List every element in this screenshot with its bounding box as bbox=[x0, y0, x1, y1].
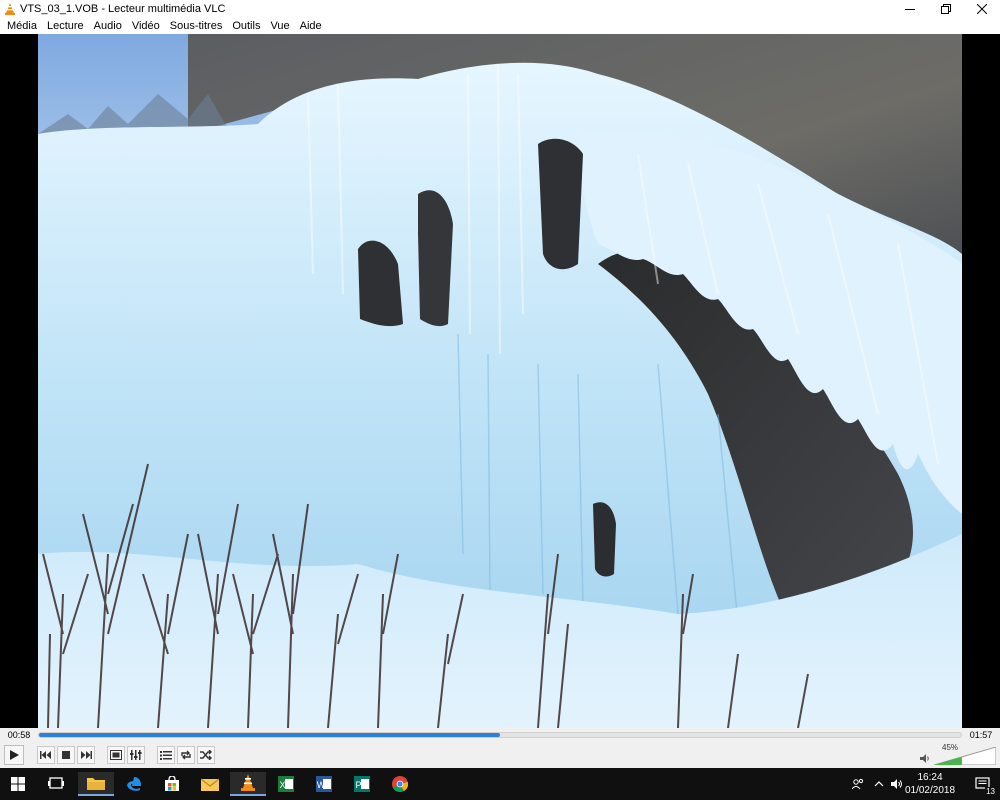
loop-icon bbox=[181, 750, 191, 760]
edge-icon bbox=[126, 777, 141, 791]
seek-progress-fill bbox=[39, 733, 500, 737]
menu-media[interactable]: Média bbox=[2, 20, 42, 32]
people-button[interactable] bbox=[848, 772, 868, 796]
start-button[interactable] bbox=[0, 772, 36, 796]
title-bar: VTS_03_1.VOB - Lecteur multimédia VLC bbox=[0, 0, 1000, 17]
menu-help[interactable]: Aide bbox=[295, 20, 327, 32]
store-icon bbox=[165, 776, 179, 791]
next-button[interactable] bbox=[77, 746, 95, 764]
previous-icon bbox=[40, 751, 51, 759]
taskbar-task-view[interactable] bbox=[38, 772, 74, 796]
svg-text:X: X bbox=[280, 780, 286, 790]
shuffle-icon bbox=[200, 750, 212, 760]
taskbar-excel[interactable]: X bbox=[268, 772, 304, 796]
menu-bar: Média Lecture Audio Vidéo Sous-titres Ou… bbox=[0, 17, 1000, 34]
stop-icon bbox=[62, 751, 70, 759]
mail-folder-icon bbox=[201, 778, 219, 791]
chrome-icon bbox=[392, 776, 408, 792]
elapsed-time: 00:58 bbox=[7, 730, 31, 740]
stop-button[interactable] bbox=[57, 746, 75, 764]
fullscreen-button[interactable] bbox=[107, 746, 125, 764]
random-button[interactable] bbox=[197, 746, 215, 764]
play-icon bbox=[10, 750, 19, 760]
taskbar-chrome[interactable] bbox=[382, 772, 418, 796]
fullscreen-icon bbox=[110, 750, 122, 760]
menu-subtitles[interactable]: Sous-titres bbox=[165, 20, 228, 32]
video-frame[interactable] bbox=[38, 34, 962, 728]
menu-lecture[interactable]: Lecture bbox=[42, 20, 89, 32]
controls-bar: 45% bbox=[0, 742, 1000, 768]
folder-icon bbox=[87, 778, 105, 790]
menu-tools[interactable]: Outils bbox=[227, 20, 265, 32]
playlist-button[interactable] bbox=[157, 746, 175, 764]
minimize-icon bbox=[905, 8, 915, 10]
extended-settings-button[interactable] bbox=[127, 746, 145, 764]
taskbar-mail-folder[interactable] bbox=[192, 772, 228, 796]
taskbar-file-explorer[interactable] bbox=[78, 772, 114, 796]
notification-count: 13 bbox=[985, 787, 996, 796]
vlc-cone-icon bbox=[5, 2, 15, 15]
loop-button[interactable] bbox=[177, 746, 195, 764]
taskbar-vlc[interactable] bbox=[230, 772, 266, 796]
clock-time: 16:24 bbox=[917, 772, 943, 783]
task-view-icon bbox=[48, 777, 64, 789]
video-frame-image bbox=[38, 34, 962, 728]
vlc-cone-icon bbox=[241, 774, 255, 791]
publisher-icon: P bbox=[354, 776, 370, 792]
action-center-button[interactable]: 13 bbox=[968, 772, 998, 796]
excel-icon: X bbox=[278, 776, 294, 792]
taskbar-store[interactable] bbox=[154, 772, 190, 796]
seek-row: 00:58 01:57 bbox=[0, 728, 1000, 742]
play-button[interactable] bbox=[4, 745, 24, 765]
chevron-up-icon bbox=[874, 781, 884, 787]
clock-date: 01/02/2018 bbox=[904, 785, 956, 796]
speaker-icon bbox=[920, 754, 929, 763]
menu-video[interactable]: Vidéo bbox=[127, 20, 165, 32]
menu-audio[interactable]: Audio bbox=[89, 20, 127, 32]
windows-logo-icon bbox=[11, 777, 25, 791]
svg-text:W: W bbox=[317, 780, 326, 790]
people-icon bbox=[852, 778, 864, 790]
window-title: VTS_03_1.VOB - Lecteur multimédia VLC bbox=[20, 2, 226, 15]
restore-button[interactable] bbox=[928, 0, 964, 17]
show-hidden-icons-button[interactable] bbox=[870, 772, 888, 796]
menu-view[interactable]: Vue bbox=[265, 20, 294, 32]
minimize-button[interactable] bbox=[892, 0, 928, 17]
total-time: 01:57 bbox=[969, 730, 993, 740]
volume-slider[interactable] bbox=[934, 747, 996, 765]
word-icon: W bbox=[316, 776, 332, 792]
svg-text:P: P bbox=[356, 780, 362, 790]
clock[interactable]: 16:24 01/02/2018 bbox=[900, 771, 960, 797]
video-area[interactable] bbox=[0, 34, 1000, 728]
playlist-icon bbox=[160, 751, 172, 760]
next-icon bbox=[81, 751, 92, 759]
previous-button[interactable] bbox=[37, 746, 55, 764]
taskbar-edge[interactable] bbox=[116, 772, 152, 796]
restore-icon bbox=[941, 3, 951, 14]
close-button[interactable] bbox=[964, 0, 1000, 17]
volume-control[interactable]: 45% bbox=[920, 743, 996, 766]
taskbar-publisher[interactable]: P bbox=[344, 772, 380, 796]
equalizer-icon bbox=[130, 750, 142, 760]
taskbar-word[interactable]: W bbox=[306, 772, 342, 796]
windows-taskbar: X W P 16:24 01/02/2018 13 bbox=[0, 768, 1000, 800]
seek-slider[interactable] bbox=[38, 732, 962, 738]
close-icon bbox=[977, 3, 987, 14]
